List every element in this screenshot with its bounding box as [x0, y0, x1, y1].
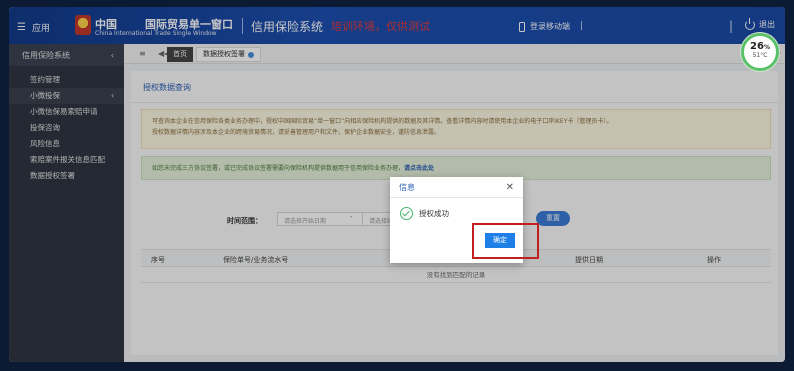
performance-gauge[interactable]: 26% 51°C: [741, 33, 779, 71]
dialog-title: 信息: [399, 182, 415, 192]
dialog-body: 授权成功: [390, 198, 523, 220]
highlight-box: [472, 223, 539, 259]
gauge-temperature: 51°C: [752, 52, 768, 59]
close-icon[interactable]: ✕: [506, 182, 514, 193]
dialog-message: 授权成功: [419, 209, 449, 218]
check-circle-icon: [400, 207, 413, 220]
gauge-value: 26%: [750, 41, 770, 52]
dialog-header: 信息 ✕: [390, 177, 523, 198]
app-frame: ☰ 应用 中国 国际贸易单一窗口 China International Tra…: [9, 7, 785, 362]
